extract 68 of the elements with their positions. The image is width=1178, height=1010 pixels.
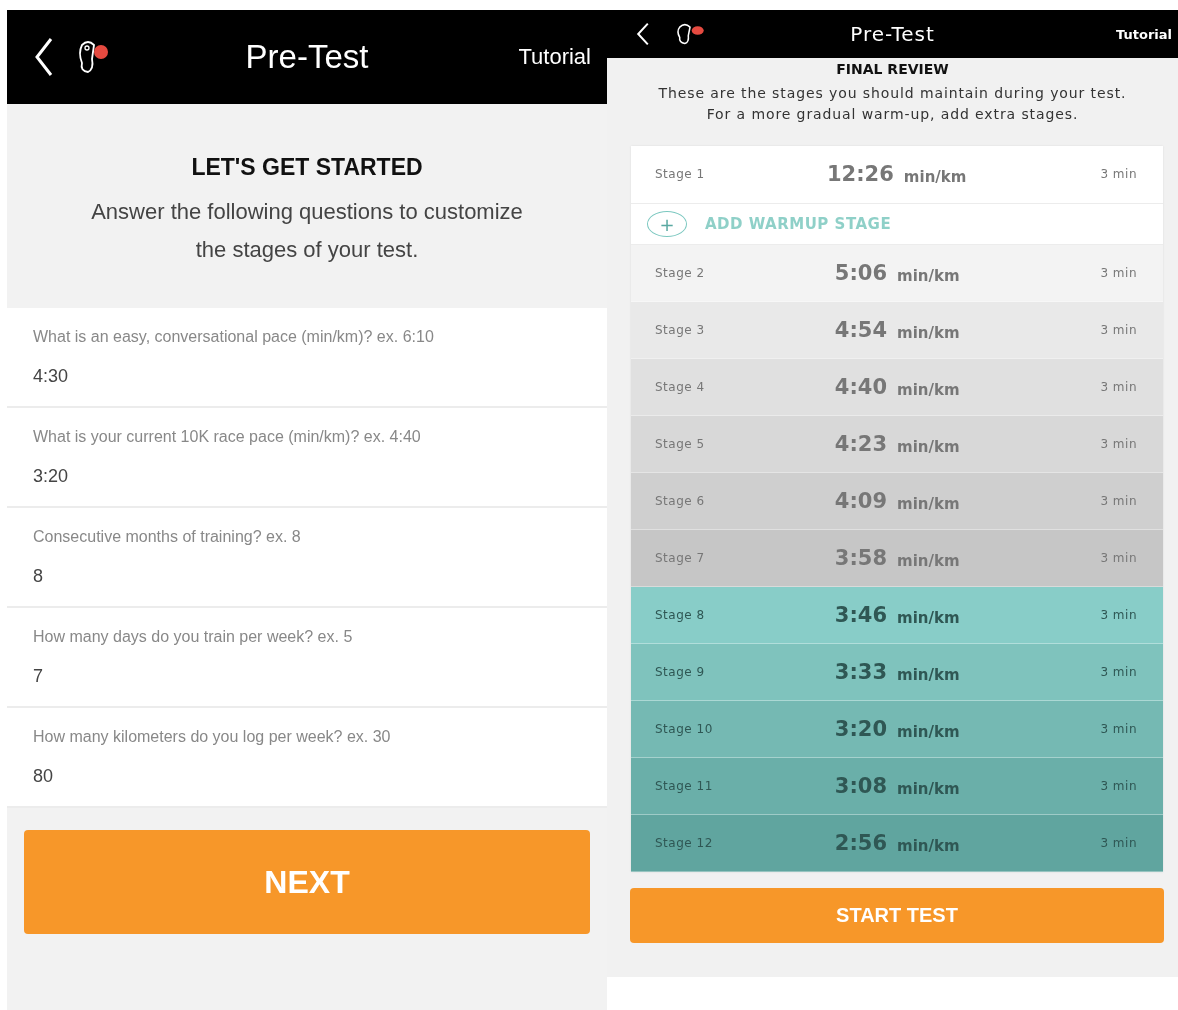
intro-text: Answer the following questions to customize the stages of your test. bbox=[90, 198, 524, 264]
pace-unit: min/km bbox=[897, 552, 960, 570]
stage-name: Stage 9 bbox=[655, 665, 706, 679]
stage-pace: 3:33 bbox=[833, 660, 887, 684]
stage-pace: 3:20 bbox=[833, 717, 887, 741]
stage-duration: 3 min bbox=[1100, 608, 1137, 622]
stage-duration: 3 min bbox=[1100, 836, 1137, 850]
pace-unit: min/km bbox=[897, 780, 960, 798]
stage-duration: 3 min bbox=[1100, 665, 1137, 679]
pace-unit: min/km bbox=[897, 438, 960, 456]
question-label: What is your current 10K race pace (min/km)? ex. 4:40 bbox=[33, 428, 422, 446]
stage-name: Stage 5 bbox=[655, 437, 706, 451]
stage-duration: 3 min bbox=[1100, 380, 1137, 394]
stage-duration: 3 min bbox=[1100, 779, 1137, 793]
stage-name: Stage 6 bbox=[655, 494, 706, 508]
answer-value: 80 bbox=[33, 766, 55, 787]
stage-name: Stage 4 bbox=[655, 380, 706, 394]
question-label: Consecutive months of training? ex. 8 bbox=[33, 528, 302, 546]
stage-name: Stage 10 bbox=[655, 722, 714, 736]
pace-unit: min/km bbox=[897, 381, 960, 399]
stage-name: Stage 12 bbox=[655, 836, 714, 850]
section-heading: FINAL REVIEW bbox=[836, 61, 949, 77]
stage-pace: 12:26 bbox=[827, 162, 894, 186]
tutorial-link[interactable]: Tutorial bbox=[1116, 26, 1172, 42]
stage-name: Stage 2 bbox=[655, 266, 706, 280]
stage-name: Stage 1 bbox=[655, 167, 706, 181]
stage-pace: 4:54 bbox=[833, 318, 887, 342]
pace-unit: min/km bbox=[897, 723, 960, 741]
stage-pace: 4:09 bbox=[833, 489, 887, 513]
back-icon[interactable] bbox=[34, 37, 54, 77]
pace-unit: min/km bbox=[897, 609, 960, 627]
pace-unit: min/km bbox=[897, 837, 960, 855]
pace-unit: min/km bbox=[897, 495, 960, 513]
stage-duration: 3 min bbox=[1100, 167, 1137, 181]
pace-unit: min/km bbox=[897, 324, 960, 342]
stage-name: Stage 11 bbox=[655, 779, 714, 793]
stage-name: Stage 8 bbox=[655, 608, 706, 622]
screen-title: Pre-Test bbox=[850, 22, 935, 46]
back-icon[interactable] bbox=[635, 22, 651, 46]
stage-duration: 3 min bbox=[1100, 722, 1137, 736]
stage-pace: 4:23 bbox=[833, 432, 887, 456]
stage-pace: 3:46 bbox=[833, 603, 887, 627]
question-label: How many kilometers do you log per week? ex. 30 bbox=[33, 728, 392, 746]
question-label: What is an easy, conversational pace (min/km)? ex. 6:10 bbox=[33, 328, 435, 346]
question-label: How many days do you train per week? ex. 5 bbox=[33, 628, 354, 646]
stage-pace: 5:06 bbox=[833, 261, 887, 285]
stage-pace: 3:58 bbox=[833, 546, 887, 570]
screen-title: Pre-Test bbox=[245, 38, 369, 76]
answer-value: 8 bbox=[33, 566, 44, 587]
answer-value: 7 bbox=[33, 666, 44, 687]
tutorial-link[interactable]: Tutorial bbox=[518, 44, 591, 70]
stage-duration: 3 min bbox=[1100, 323, 1137, 337]
stage-duration: 3 min bbox=[1100, 551, 1137, 565]
stage-pace: 4:40 bbox=[833, 375, 887, 399]
stage-duration: 3 min bbox=[1100, 266, 1137, 280]
stage-pace: 3:08 bbox=[833, 774, 887, 798]
description-text: These are the stages you should maintain during your test. For a more gradual warm-up, add extra stages. bbox=[657, 84, 1128, 124]
stage-pace: 2:56 bbox=[833, 831, 887, 855]
stage-duration: 3 min bbox=[1100, 494, 1137, 508]
pace-unit: min/km bbox=[897, 666, 960, 684]
stage-name: Stage 7 bbox=[655, 551, 706, 565]
pace-unit: min/km bbox=[903, 168, 967, 186]
answer-value: 4:30 bbox=[33, 366, 70, 387]
pace-unit: min/km bbox=[897, 267, 960, 285]
section-heading: LET'S GET STARTED bbox=[191, 154, 423, 181]
stage-duration: 3 min bbox=[1100, 437, 1137, 451]
stage-name: Stage 3 bbox=[655, 323, 706, 337]
answer-value: 3:20 bbox=[33, 466, 70, 487]
